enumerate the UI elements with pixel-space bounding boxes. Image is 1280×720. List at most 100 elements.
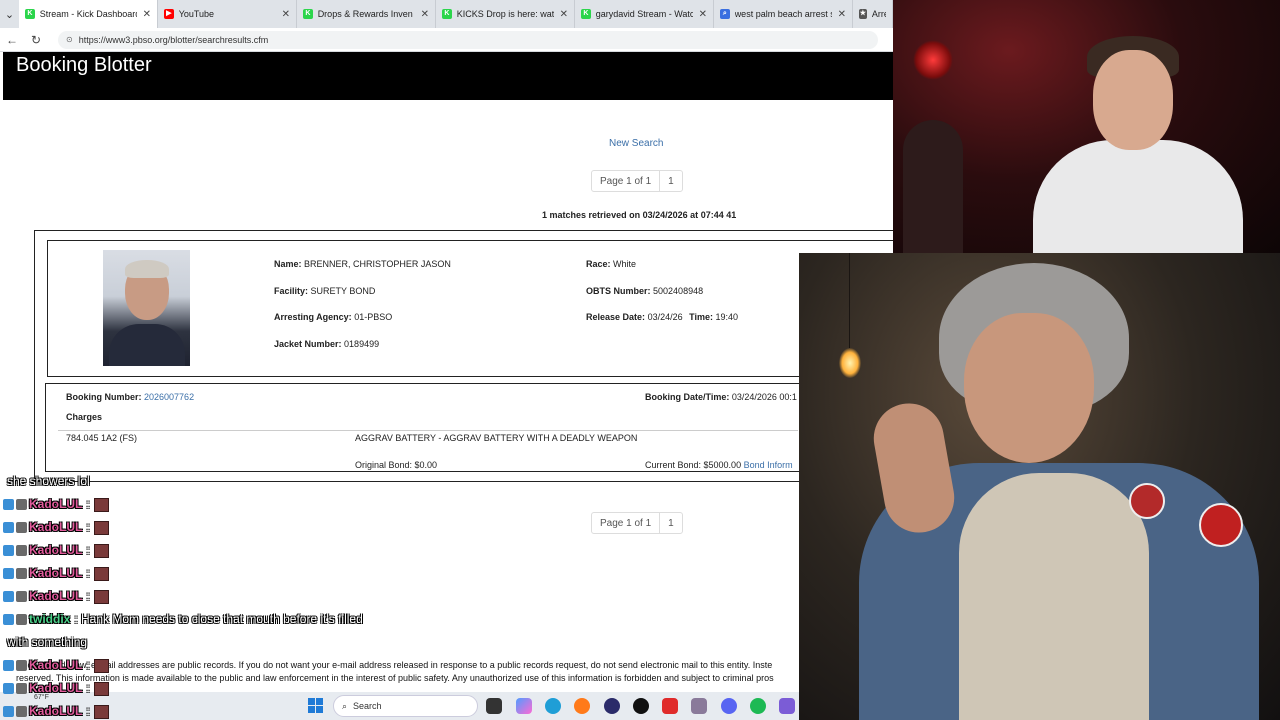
bond-info-link[interactable]: Bond Inform <box>744 460 793 470</box>
pager-bottom: Page 1 of 1 1 <box>591 512 683 534</box>
tab-close-icon[interactable]: ✕ <box>143 9 151 20</box>
browser-tab[interactable]: K Drops & Rewards Inven ✕ <box>297 0 436 28</box>
verified-badge-icon <box>3 660 14 672</box>
agency-field: Arresting Agency: 01-PBSO <box>274 312 392 322</box>
browser-tab[interactable]: K KICKS Drop is here: watch, e ✕ <box>436 0 575 28</box>
subscriber-badge-icon <box>16 660 27 672</box>
app-icon[interactable] <box>633 698 649 714</box>
tab-favicon-icon: K <box>303 9 313 19</box>
reload-icon[interactable]: ↻ <box>24 33 48 47</box>
chat-emote-icon <box>93 566 109 581</box>
charges-label: Charges <box>66 412 103 422</box>
booking-number-link[interactable]: 2026007762 <box>144 392 194 402</box>
obs-icon[interactable] <box>604 698 620 714</box>
current-bond: Current Bond: $5000.00 <box>645 460 742 470</box>
chat-text: : <box>86 658 90 672</box>
subscriber-badge-icon <box>16 568 27 580</box>
discord-icon[interactable] <box>721 698 737 714</box>
spotify-icon[interactable] <box>750 698 766 714</box>
chat-message: KadoLUL: <box>3 681 109 696</box>
browser-tab[interactable]: ⌕ west palm beach arrest sear ✕ <box>714 0 853 28</box>
copilot-icon[interactable] <box>516 698 532 714</box>
chat-message: she showers lol <box>3 474 90 488</box>
light-bulb <box>839 348 861 378</box>
tank-top <box>959 473 1149 720</box>
woman-face <box>964 313 1094 463</box>
tab-favicon-icon: ★ <box>859 9 867 19</box>
subscriber-badge-icon <box>16 683 27 695</box>
pager-page-link[interactable]: 1 <box>659 513 682 533</box>
tab-close-icon[interactable]: ✕ <box>282 9 290 20</box>
new-search-link[interactable]: New Search <box>609 138 663 149</box>
charge-description: AGGRAV BATTERY - AGGRAV BATTERY WITH A D… <box>355 433 638 443</box>
chat-message: with something <box>3 635 87 649</box>
tab-close-icon[interactable]: ✕ <box>421 9 429 20</box>
browser-tab[interactable]: ★ Arre <box>853 0 893 28</box>
music-icon[interactable] <box>691 698 707 714</box>
tab-title: Arre <box>871 9 886 19</box>
tab-close-icon[interactable]: ✕ <box>699 9 707 20</box>
chat-username[interactable]: KadoLUL <box>29 520 82 534</box>
tabs: K Stream - Kick Dashboard ✕ ▶ YouTube ✕ K Drops… <box>19 0 893 28</box>
site-info-icon[interactable]: ⊙ <box>66 35 73 44</box>
url-input[interactable]: ⊙ https://www3.pbso.org/blotter/searchre… <box>58 30 878 49</box>
jacket-patch <box>1129 483 1165 519</box>
chat-username[interactable]: KadoLUL <box>29 704 82 718</box>
edge-icon[interactable] <box>545 698 561 714</box>
browser-tab[interactable]: ▶ YouTube ✕ <box>158 0 297 28</box>
chat-username[interactable]: twiddix <box>29 612 70 626</box>
page-title: Booking Blotter <box>16 54 152 76</box>
jacket-value: 0189499 <box>344 339 380 349</box>
booking-number-field: Booking Number: 2026007762 <box>66 392 194 402</box>
chat-username[interactable]: KadoLUL <box>29 543 82 557</box>
tab-close-icon[interactable]: ✕ <box>560 9 568 20</box>
chat-message: KadoLUL: <box>3 543 109 558</box>
pager-top: Page 1 of 1 1 <box>591 170 683 192</box>
chat-emote-icon <box>93 658 109 673</box>
release-time-label: Time: <box>689 312 713 322</box>
task-view-icon[interactable] <box>486 698 502 714</box>
tab-close-icon[interactable]: ✕ <box>838 9 846 20</box>
facility-value: SURETY BOND <box>310 286 376 296</box>
release-time-value: 19:40 <box>715 312 739 322</box>
firefox-icon[interactable] <box>574 698 590 714</box>
subscriber-badge-icon <box>16 522 27 534</box>
chat-text: with something <box>7 635 88 649</box>
chat-username[interactable]: KadoLUL <box>29 497 82 511</box>
obts-value: 5002408948 <box>653 286 704 296</box>
chat-message: KadoLUL: <box>3 566 109 581</box>
tab-title: YouTube <box>178 9 215 19</box>
mugshot-photo[interactable] <box>103 250 190 366</box>
race-label: Race: <box>586 259 611 269</box>
app-purple-icon[interactable] <box>779 698 795 714</box>
address-bar: ← ↻ ⊙ https://www3.pbso.org/blotter/sear… <box>0 28 893 52</box>
mugshot-hair <box>125 260 169 278</box>
chat-username[interactable]: KadoLUL <box>29 658 82 672</box>
webcam-feed <box>893 0 1280 253</box>
tab-title: Stream - Kick Dashboard <box>39 9 137 19</box>
browser-tab[interactable]: K Stream - Kick Dashboard ✕ <box>19 0 158 28</box>
pager-label: Page 1 of 1 <box>600 517 652 529</box>
tab-title: west palm beach arrest sear <box>734 9 832 19</box>
charge-code: 784.045 1A2 (FS) <box>66 433 138 443</box>
booking-number-label: Booking Number: <box>66 392 142 402</box>
app-red-icon[interactable] <box>662 698 678 714</box>
mugshot-shirt <box>109 324 185 366</box>
chat-username[interactable]: KadoLUL <box>29 681 82 695</box>
browser-tab[interactable]: Kgarydavid Stream - Watch L ✕ <box>575 0 714 28</box>
chat-message: KadoLUL: <box>3 704 109 719</box>
matches-summary: 1 matches retrieved on 03/24/2026 at 07:… <box>542 210 736 220</box>
tab-favicon-icon: K <box>442 9 452 19</box>
name-label: Name: <box>274 259 302 269</box>
race-field: Race: White <box>586 259 636 269</box>
tab-list-button[interactable]: ⌄ <box>0 0 19 28</box>
chat-username[interactable]: KadoLUL <box>29 566 82 580</box>
tab-favicon-icon: ⌕ <box>720 9 730 19</box>
subscriber-badge-icon <box>16 591 27 603</box>
tab-title: Drops & Rewards Inven <box>317 9 413 19</box>
tab-favicon-icon: K <box>581 9 591 19</box>
pager-page-link[interactable]: 1 <box>659 171 682 191</box>
browser-tab-bar: ⌄ K Stream - Kick Dashboard ✕ ▶ YouTube ✕ K Dro… <box>0 0 893 28</box>
back-icon[interactable]: ← <box>0 33 24 47</box>
chat-username[interactable]: KadoLUL <box>29 589 82 603</box>
